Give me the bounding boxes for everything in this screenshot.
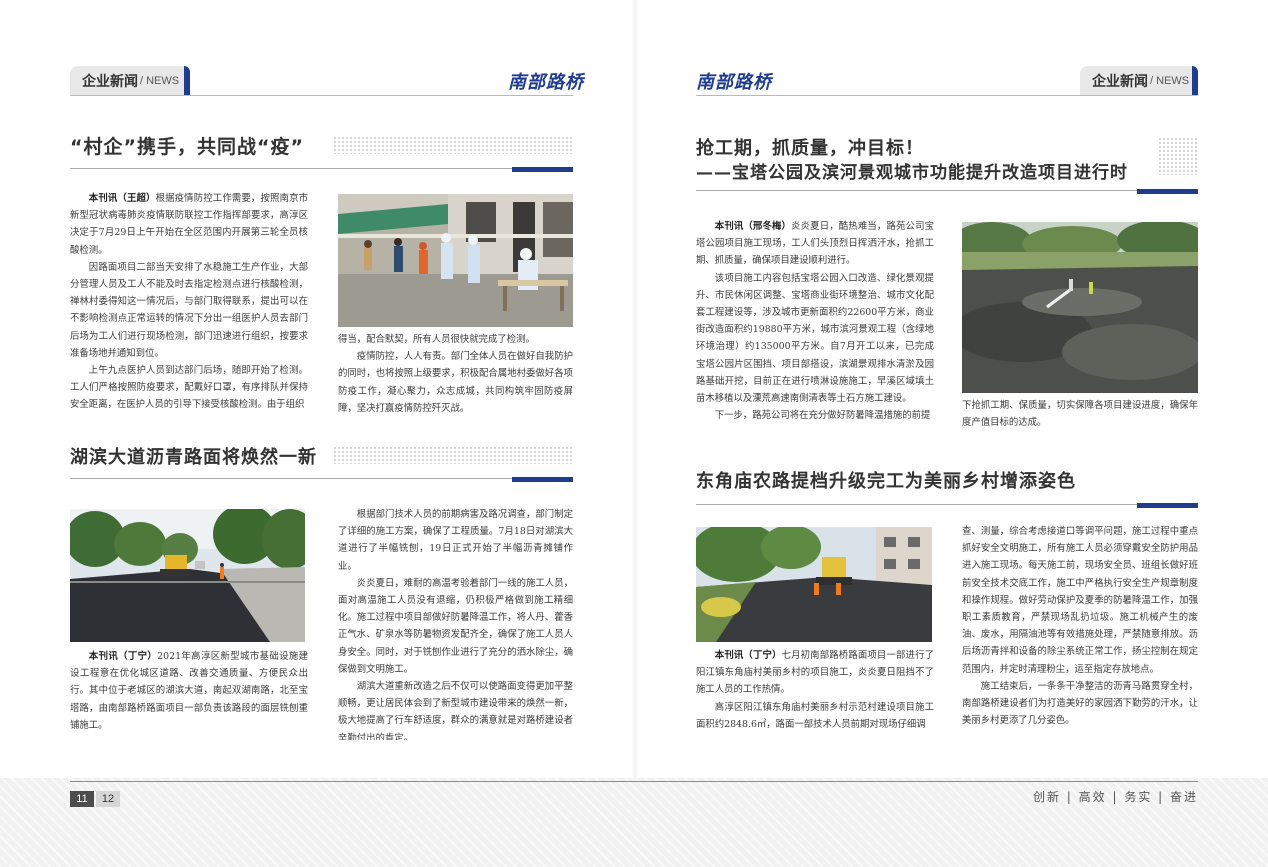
byline: 本刊讯（丁宁） (714, 650, 782, 661)
section-tab-accent (1192, 66, 1198, 96)
header-rule-left (70, 95, 573, 96)
footer-rule (70, 781, 1198, 782)
title-dot-pattern (333, 446, 573, 464)
paragraph: 本刊讯（丁宁）七月初南部路桥路面项目一部进行了阳江镇东角庙村美丽乡村的项目施工，… (696, 650, 934, 696)
section-label-en: / NEWS (140, 75, 180, 87)
brand-logo-left: 南部路桥 (508, 72, 584, 93)
section-tab-right: 企业新闻 / NEWS (1080, 66, 1198, 96)
paragraph: 因路面项目二部当天安排了水稳施工生产作业，大部分管理人员及工人不能及时去指定检测… (70, 261, 308, 359)
photo-village-road (696, 527, 932, 642)
article-title: 湖滨大道沥青路面将焕然一新 (70, 447, 317, 468)
paragraph: 查、测量，综合考虑接道口等调平问题，施工过程中重点抓好安全文明施工，所有施工人员… (962, 526, 1198, 675)
header-rule-right (696, 95, 1198, 96)
brand-logo-right: 南部路桥 (696, 72, 772, 93)
article-column: 本刊讯（丁宁）2021年高淳区新型城市基础设施建设工程意在优化城区道路、改善交通… (70, 648, 308, 740)
paragraph: 疫情防控，人人有责。部门全体人员在做好自我防护的同时，也将按照上级要求，积极配合… (338, 351, 573, 414)
byline: 本刊讯（王超） (88, 193, 156, 204)
page-number-right: 12 (96, 791, 120, 807)
paragraph: 本刊讯（邢冬梅）炎炎夏日，酷热难当，路苑公司宝塔公园项目施工现场，工人们头顶烈日… (696, 221, 934, 267)
section-tab-accent (184, 66, 190, 96)
paragraph: 得当，配合默契，所有人员很快就完成了检测。 (338, 334, 535, 345)
title-dot-pattern (333, 136, 573, 154)
paragraph: 本刊讯（王超）根据疫情防控工作需要，按照南京市新型冠状病毒肺炎疫情联防联控工作指… (70, 193, 308, 256)
paragraph: 下一步，路苑公司将在充分做好防暑降温措施的前提 (714, 410, 931, 422)
title-rule (70, 478, 573, 479)
photo-park-dredging (962, 222, 1198, 393)
photo-asphalt-paving (70, 509, 305, 642)
article-column: 本刊讯（丁宁）七月初南部路桥路面项目一部进行了阳江镇东角庙村美丽乡村的项目施工，… (696, 647, 934, 739)
title-accent-bar (512, 167, 573, 172)
article-column: 查、测量，综合考虑接道口等调平问题，施工过程中重点抓好安全文明施工，所有施工人员… (962, 523, 1198, 739)
article-column: 根据部门技术人员的前期病害及路况调查，部门制定了详细的施工方案，确保了工程质量。… (338, 506, 573, 740)
byline: 本刊讯（丁宁） (88, 651, 158, 662)
article-subtitle: ——宝塔公园及滨河景观城市功能提升改造项目进行时 (696, 163, 1128, 183)
article-title: 东角庙农路提档升级完工为美丽乡村增添姿色 (696, 471, 1076, 492)
section-label: 企业新闻 (1092, 74, 1148, 90)
section-label-en: / NEWS (1150, 75, 1190, 87)
title-accent-bar (1137, 503, 1198, 508)
paragraph: 根据部门技术人员的前期病害及路况调查，部门制定了详细的施工方案，确保了工程质量。… (338, 509, 573, 572)
article-column: 下抢抓工期、保质量，切实保障各项目建设进度，确保年度产值目标的达成。 (962, 397, 1198, 437)
paragraph: 炎炎夏日，难耐的高温考验着部门一线的施工人员，面对高温施工人员没有退缩，仍积极严… (338, 577, 573, 675)
paragraph: 湖滨大道重新改造之后不仅可以使路面变得更加平整顺畅，更让居民体会到了新型城市建设… (338, 681, 573, 740)
title-dot-pattern (1158, 137, 1198, 175)
paragraph: 本刊讯（丁宁）2021年高淳区新型城市基础设施建设工程意在优化城区道路、改善交通… (70, 651, 308, 731)
article-title: 抢工期，抓质量，冲目标！ (696, 138, 924, 159)
page-number-left: 11 (70, 791, 94, 807)
paragraph: 下抢抓工期、保质量，切实保障各项目建设进度，确保年度产值目标的达成。 (962, 400, 1198, 429)
paragraph: 上午九点医护人员到达部门后场，随即开始了检测。工人们严格按照防疫要求，配戴好口罩… (70, 365, 308, 411)
photo-nucleic-acid-testing (338, 194, 573, 327)
title-rule (696, 504, 1198, 505)
article-column: 本刊讯（王超）根据疫情防控工作需要，按照南京市新型冠状病毒肺炎疫情联防联控工作指… (70, 190, 308, 422)
paragraph: 施工结束后，一条条干净整洁的沥青马路贯穿全村，南部路桥建设者们为打造美好的家园洒… (962, 680, 1198, 727)
article-title: “村企”携手，共同战“疫” (70, 136, 304, 158)
title-rule (696, 190, 1198, 191)
section-tab-left: 企业新闻 / NEWS (70, 66, 190, 96)
paragraph: 该项目施工内容包括宝塔公园入口改造、绿化景观提升、市民休闲区调整、宝塔商业街环境… (696, 272, 934, 405)
section-label: 企业新闻 (82, 74, 138, 90)
byline: 本刊讯（邢冬梅） (714, 221, 792, 232)
paragraph: 高淳区阳江镇东角庙村美丽乡村示范村建设项目施工面积约2848.6㎡，路面一部技术… (696, 701, 934, 730)
page-spine (632, 0, 638, 780)
article-column: 得当，配合默契，所有人员很快就完成了检测。 疫情防控，人人有责。部门全体人员在做… (338, 331, 573, 422)
title-rule (70, 168, 573, 169)
title-accent-bar (512, 477, 573, 482)
footer-slogan: 创新 | 高效 | 务实 | 奋进 (1032, 790, 1198, 804)
article-column: 本刊讯（邢冬梅）炎炎夏日，酷热难当，路苑公司宝塔公园项目施工现场，工人们头顶烈日… (696, 218, 934, 432)
title-accent-bar (1137, 189, 1198, 194)
